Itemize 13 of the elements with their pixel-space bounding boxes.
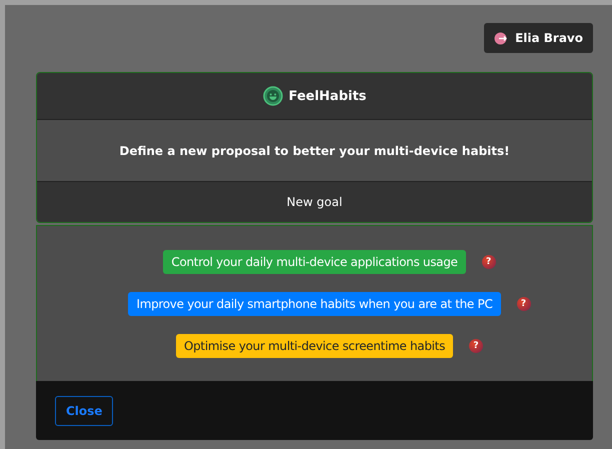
- close-button[interactable]: Close: [55, 396, 114, 426]
- prompt-text: Define a new proposal to better your multi-device habits!: [119, 144, 510, 158]
- user-button[interactable]: Elia Bravo: [484, 23, 593, 53]
- app-title: FeelHabits: [288, 88, 366, 104]
- smiley-icon: [262, 86, 283, 106]
- goal-button[interactable]: Control your daily multi-device applications usage: [163, 250, 466, 274]
- goal-button[interactable]: Improve your daily smartphone habits when you are at the PC: [128, 292, 501, 316]
- help-icon[interactable]: ?: [482, 254, 496, 268]
- help-icon[interactable]: ?: [469, 338, 484, 352]
- goal-button[interactable]: Optimise your multi-device screentime habits: [176, 334, 454, 358]
- help-icon[interactable]: ?: [516, 296, 531, 310]
- logout-icon: [494, 32, 508, 44]
- section-title: New goal: [286, 195, 342, 209]
